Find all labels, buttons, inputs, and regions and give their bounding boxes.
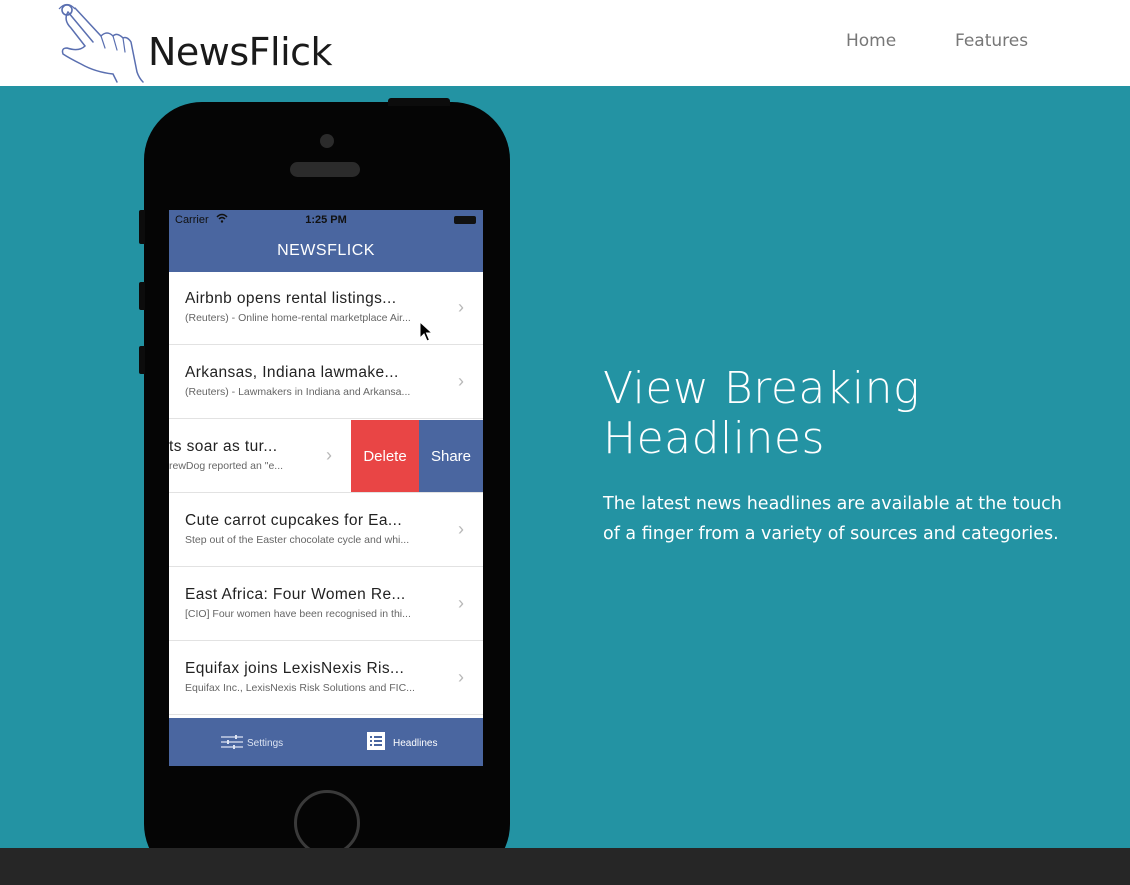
nav-features-link[interactable]: Features	[955, 31, 1028, 51]
headline-snippet: rewDog reported an "e...	[169, 460, 284, 472]
chevron-right-icon: ›	[458, 297, 464, 317]
headline-row[interactable]: Arkansas, Indiana lawmake... (Reuters) -…	[169, 346, 483, 419]
hero-section: Carrier 1:25 PM NEWSFLICK Airbnb opens r…	[0, 86, 1130, 848]
headline-title: Airbnb opens rental listings...	[185, 290, 397, 307]
phone-mockup: Carrier 1:25 PM NEWSFLICK Airbnb opens r…	[139, 98, 510, 848]
headline-snippet: (Reuters) - Lawmakers in Indiana and Ark…	[185, 386, 411, 398]
hero-title-line: View Breaking	[603, 363, 920, 414]
phone-volume-up-button	[139, 282, 145, 310]
tab-settings-label: Settings	[247, 738, 284, 749]
chevron-right-icon: ›	[458, 667, 464, 687]
hero-description: The latest news headlines are available …	[603, 489, 1103, 549]
phone-screen: Carrier 1:25 PM NEWSFLICK Airbnb opens r…	[169, 210, 483, 766]
hero-description-line: The latest news headlines are available …	[603, 494, 1062, 514]
headline-row[interactable]: Cute carrot cupcakes for Ea... Step out …	[169, 494, 483, 567]
tab-headlines-label: Headlines	[393, 738, 438, 749]
status-bar: Carrier 1:25 PM	[169, 210, 483, 230]
status-time: 1:25 PM	[305, 214, 347, 226]
headline-row[interactable]: East Africa: Four Women Re... [CIO] Four…	[169, 568, 483, 641]
headline-snippet: Step out of the Easter chocolate cycle a…	[185, 534, 410, 546]
headline-row[interactable]: Equifax joins LexisNexis Ris... Equifax …	[169, 642, 483, 715]
app-nav-bar: NEWSFLICK	[169, 230, 483, 272]
headline-title: Arkansas, Indiana lawmake...	[185, 364, 399, 381]
headline-snippet: (Reuters) - Online home-rental marketpla…	[185, 312, 411, 324]
share-button[interactable]: Share	[419, 420, 483, 492]
app-title: NEWSFLICK	[277, 242, 375, 259]
hand-tap-icon	[58, 3, 144, 83]
phone-camera	[320, 134, 334, 148]
brand-name: NewsFlick	[148, 30, 333, 74]
chevron-right-icon: ›	[458, 519, 464, 539]
battery-icon	[454, 216, 476, 224]
phone-volume-down-button	[139, 346, 145, 374]
headline-snippet: [CIO] Four women have been recognised in…	[185, 608, 411, 620]
hero-title: View Breaking Headlines	[603, 364, 1103, 464]
headline-title: Equifax joins LexisNexis Ris...	[185, 660, 405, 677]
sliders-icon	[221, 734, 243, 753]
headline-title: ts soar as tur...	[169, 438, 278, 455]
phone-power-button	[388, 98, 450, 106]
logo[interactable]: NewsFlick	[55, 2, 355, 83]
chevron-right-icon: ›	[458, 593, 464, 613]
headline-row[interactable]: Airbnb opens rental listings... (Reuters…	[169, 272, 483, 345]
list-icon	[367, 732, 385, 753]
hero-title-line: Headlines	[603, 413, 825, 464]
chevron-right-icon: ›	[326, 445, 332, 465]
site-header: NewsFlick Home Features	[0, 0, 1130, 86]
tab-bar: Settings Headlines	[169, 718, 483, 766]
delete-button[interactable]: Delete	[351, 420, 419, 492]
nav-home-link[interactable]: Home	[846, 31, 896, 51]
chevron-right-icon: ›	[458, 371, 464, 391]
phone-home-button	[294, 790, 360, 848]
footer-band	[0, 848, 1130, 885]
mouse-cursor-icon	[419, 321, 433, 342]
phone-mute-switch	[139, 210, 145, 244]
hero-description-line: of a finger from a variety of sources an…	[603, 524, 1059, 544]
phone-speaker	[290, 162, 360, 177]
headline-title: Cute carrot cupcakes for Ea...	[185, 512, 403, 529]
headline-row-swiped[interactable]: ts soar as tur... rewDog reported an "e.…	[169, 420, 483, 493]
headline-snippet: Equifax Inc., LexisNexis Risk Solutions …	[185, 682, 415, 694]
headline-title: East Africa: Four Women Re...	[185, 586, 406, 603]
